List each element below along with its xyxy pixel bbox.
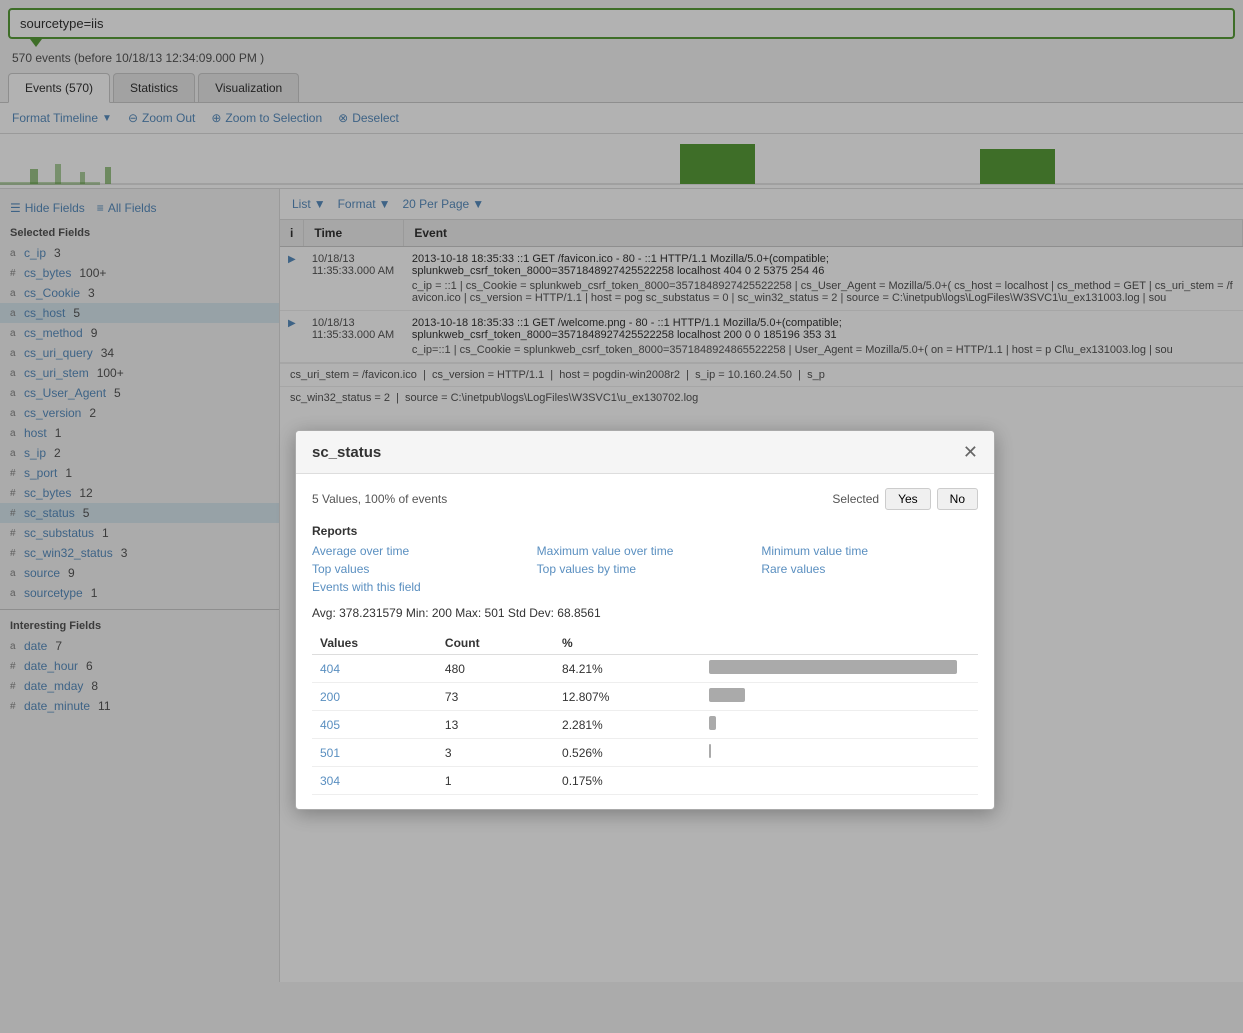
value-row: 404 480 84.21% [312,655,978,683]
report-min-value-time[interactable]: Minimum value time [761,544,978,558]
percent-cell: 12.807% [554,683,701,711]
sc-status-modal: sc_status ✕ 5 Values, 100% of events Sel… [295,430,995,810]
bar-fill [709,660,957,674]
report-rare-values[interactable]: Rare values [761,562,978,576]
reports-section: Reports Average over time Maximum value … [312,524,978,594]
reports-title: Reports [312,524,978,538]
no-button[interactable]: No [937,488,978,510]
percent-cell: 84.21% [554,655,701,683]
summary-text: 5 Values, 100% of events [312,492,447,506]
bar-cell [701,711,978,739]
value-link[interactable]: 304 [320,774,340,788]
modal-close-button[interactable]: ✕ [963,443,978,461]
modal-overlay: sc_status ✕ 5 Values, 100% of events Sel… [0,0,1243,1033]
report-max-over-time[interactable]: Maximum value over time [537,544,754,558]
reports-links: Average over time Maximum value over tim… [312,544,978,594]
bar-fill [709,716,717,730]
value-link[interactable]: 404 [320,662,340,676]
count-cell: 13 [437,711,554,739]
selected-label: Selected [832,492,879,506]
percent-header: % [554,632,701,655]
values-header: Values [312,632,437,655]
count-cell: 480 [437,655,554,683]
value-link[interactable]: 405 [320,718,340,732]
report-avg-over-time[interactable]: Average over time [312,544,529,558]
count-cell: 3 [437,739,554,767]
bar-cell [701,683,978,711]
count-cell: 73 [437,683,554,711]
bar-cell [701,739,978,767]
percent-cell: 2.281% [554,711,701,739]
percent-cell: 0.526% [554,739,701,767]
values-table: Values Count % 404 480 84.21% 200 73 12.… [312,632,978,795]
modal-title: sc_status [312,444,381,461]
modal-header: sc_status ✕ [296,431,994,474]
count-cell: 1 [437,767,554,795]
bar-fill [709,744,712,758]
modal-body: 5 Values, 100% of events Selected Yes No… [296,474,994,809]
yes-button[interactable]: Yes [885,488,931,510]
bar-cell [701,655,978,683]
bar-cell [701,767,978,795]
report-top-values-by-time[interactable]: Top values by time [537,562,754,576]
modal-summary: 5 Values, 100% of events Selected Yes No [312,488,978,510]
value-link[interactable]: 200 [320,690,340,704]
value-row: 200 73 12.807% [312,683,978,711]
bar-fill [709,688,746,702]
percent-cell: 0.175% [554,767,701,795]
stats-line: Avg: 378.231579 Min: 200 Max: 501 Std De… [312,606,978,620]
selected-buttons: Selected Yes No [832,488,978,510]
count-header: Count [437,632,554,655]
values-tbody: 404 480 84.21% 200 73 12.807% 405 13 2.2… [312,655,978,795]
value-row: 501 3 0.526% [312,739,978,767]
report-events-with-field[interactable]: Events with this field [312,580,529,594]
report-top-values[interactable]: Top values [312,562,529,576]
value-link[interactable]: 501 [320,746,340,760]
value-row: 405 13 2.281% [312,711,978,739]
value-row: 304 1 0.175% [312,767,978,795]
bar-header [701,632,978,655]
